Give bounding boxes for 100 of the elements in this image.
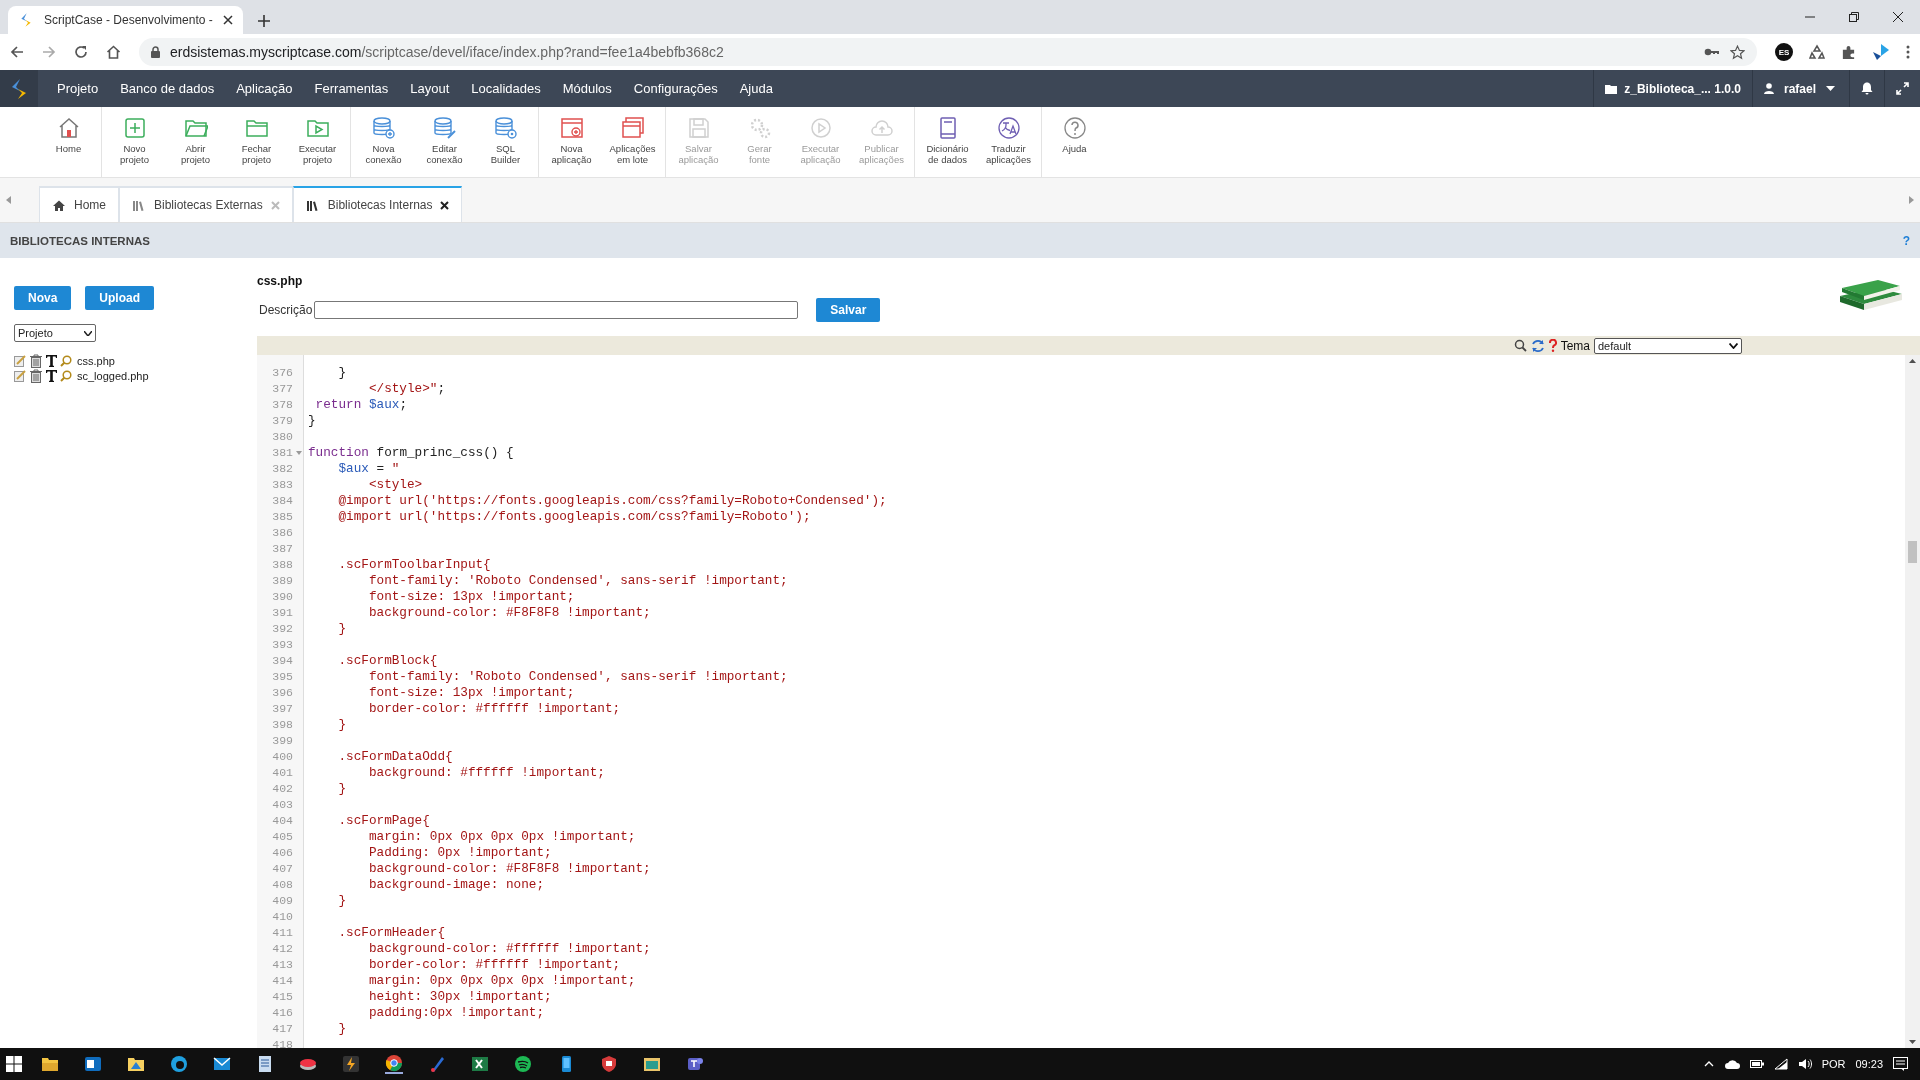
scrollbar-thumb[interactable]	[1908, 540, 1917, 563]
description-label: Descrição	[259, 303, 313, 317]
menu-item[interactable]: Layout	[399, 81, 461, 96]
page-tab[interactable]: Bibliotecas Internas	[292, 186, 463, 222]
extension-logo-icon[interactable]	[1872, 43, 1890, 61]
speaker-icon[interactable]	[1797, 1058, 1812, 1070]
file-link[interactable]: sc_logged.php	[77, 370, 149, 382]
envelope-icon[interactable]	[213, 1055, 231, 1073]
more-menu-icon[interactable]	[1906, 45, 1910, 59]
folder-icon[interactable]	[643, 1055, 661, 1073]
pencil-icon[interactable]	[14, 355, 26, 367]
menu-item[interactable]: Ajuda	[728, 81, 784, 96]
menu-item[interactable]: Ferramentas	[303, 81, 400, 96]
battery-icon[interactable]	[1749, 1059, 1764, 1069]
address-bar[interactable]: erdsistemas.myscriptcase.com/scriptcase/devel/iface/index.php?rand=fee1a4bebfb368c2	[139, 38, 1757, 66]
browser-tab[interactable]: ScriptCase - Desenvolvimento -	[8, 6, 243, 34]
back-icon[interactable]	[10, 45, 24, 59]
line-number: 391	[271, 605, 294, 621]
refresh-icon[interactable]	[1530, 338, 1545, 353]
language-indicator[interactable]: POR	[1821, 1058, 1846, 1070]
toolbar-button[interactable]: Abrir projeto	[165, 107, 226, 177]
fullscreen-icon[interactable]	[1896, 82, 1909, 95]
menu-item[interactable]: Projeto	[46, 81, 110, 96]
menu-item[interactable]: Banco de dados	[109, 81, 226, 96]
key-icon[interactable]	[1704, 47, 1720, 57]
scroll-down-icon[interactable]	[1909, 1040, 1916, 1044]
line-number: 394	[271, 653, 294, 669]
bell-icon[interactable]	[1861, 82, 1873, 95]
home-icon[interactable]	[106, 45, 121, 59]
scope-select[interactable]: Projeto	[14, 324, 96, 342]
clock[interactable]: 09:23	[1855, 1058, 1883, 1070]
mail-app-icon[interactable]	[84, 1055, 102, 1073]
puzzle-icon[interactable]	[1841, 44, 1856, 60]
line-number: 401	[271, 765, 294, 781]
star-icon[interactable]	[1730, 44, 1745, 60]
line-number: 416	[271, 1005, 294, 1021]
toolbar-button[interactable]: Traduzir aplicações	[978, 107, 1039, 177]
trash-icon[interactable]	[29, 354, 43, 368]
text-format-icon[interactable]	[46, 355, 57, 367]
file-link[interactable]: css.php	[77, 355, 115, 367]
toolbar-button[interactable]: Novo projeto	[104, 107, 165, 177]
folder-icon[interactable]	[127, 1055, 145, 1073]
close-icon[interactable]	[440, 200, 450, 210]
page-tab[interactable]: Bibliotecas Externas	[119, 186, 293, 222]
chrome-icon[interactable]	[385, 1054, 403, 1074]
toolbar-button[interactable]: Ajuda	[1044, 107, 1105, 177]
wifi-icon[interactable]	[1773, 1058, 1788, 1070]
sidebar-button[interactable]: Nova	[14, 286, 72, 310]
toolbar-button[interactable]: Aplicações em lote	[602, 107, 663, 177]
save-button[interactable]: Salvar	[816, 298, 881, 322]
fold-arrow-icon[interactable]	[296, 451, 302, 455]
page-tab[interactable]: Home	[39, 186, 119, 222]
cloud-icon[interactable]	[1723, 1059, 1740, 1069]
scroll-left-icon[interactable]	[6, 196, 11, 204]
pencil-icon[interactable]	[14, 370, 26, 382]
spreadsheet-icon[interactable]	[471, 1055, 489, 1073]
toolbar-button[interactable]: SQL Builder	[475, 107, 536, 177]
menu-item[interactable]: Configurações	[622, 81, 729, 96]
shield-icon[interactable]	[600, 1055, 618, 1073]
toolbar-button[interactable]: Dicionário de dados	[917, 107, 978, 177]
sidebar-button[interactable]: Upload	[85, 286, 154, 310]
chevron-up-icon[interactable]	[1703, 1061, 1714, 1067]
toolbar-button[interactable]: Nova conexão	[353, 107, 414, 177]
lightning-icon[interactable]	[342, 1055, 360, 1073]
toolbar-button[interactable]: Home	[38, 107, 99, 177]
search-icon[interactable]	[1513, 339, 1527, 352]
toolbar-button[interactable]: Fechar projeto	[226, 107, 287, 177]
toolbar-button[interactable]: Editar conexão	[414, 107, 475, 177]
dropdown-caret-icon	[84, 330, 92, 336]
line-number: 380	[271, 429, 294, 445]
profile-badge[interactable]: ES	[1775, 43, 1793, 61]
help-icon[interactable]	[1548, 339, 1557, 352]
menu-item[interactable]: Localidades	[460, 81, 552, 96]
new-tab-icon[interactable]	[256, 14, 271, 28]
restore-icon[interactable]	[1849, 12, 1859, 22]
project-menu[interactable]: z_Biblioteca_... 1.0.0	[1593, 70, 1752, 107]
notepad-icon[interactable]	[256, 1055, 274, 1073]
close-icon[interactable]	[1893, 12, 1903, 22]
text-format-icon[interactable]	[46, 370, 57, 382]
line-number: 393	[271, 637, 294, 653]
folder-icon[interactable]	[41, 1055, 59, 1073]
scroll-right-icon[interactable]	[1909, 196, 1914, 204]
theme-select[interactable]: default	[1594, 337, 1742, 354]
database-gear-icon	[493, 116, 518, 140]
toolbar-button[interactable]: Executar projeto	[287, 107, 348, 177]
trash-icon[interactable]	[29, 369, 43, 383]
pen-tool-icon[interactable]	[428, 1055, 446, 1073]
windows-start-icon[interactable]	[6, 1056, 22, 1072]
line-number: 386	[271, 525, 294, 541]
team-chat-icon[interactable]	[686, 1055, 704, 1073]
scroll-up-icon[interactable]	[1909, 359, 1916, 363]
menu-item[interactable]: Aplicação	[225, 81, 304, 96]
menu-item[interactable]: Módulos	[551, 81, 623, 96]
notification-icon[interactable]	[1893, 1057, 1908, 1071]
music-app-icon[interactable]	[514, 1055, 532, 1073]
toolbar-button[interactable]: Nova aplicação	[541, 107, 602, 177]
user-menu[interactable]: rafael	[1751, 70, 1849, 107]
close-icon[interactable]	[222, 15, 233, 25]
description-field[interactable]	[314, 301, 799, 319]
reload-icon[interactable]	[74, 45, 88, 59]
